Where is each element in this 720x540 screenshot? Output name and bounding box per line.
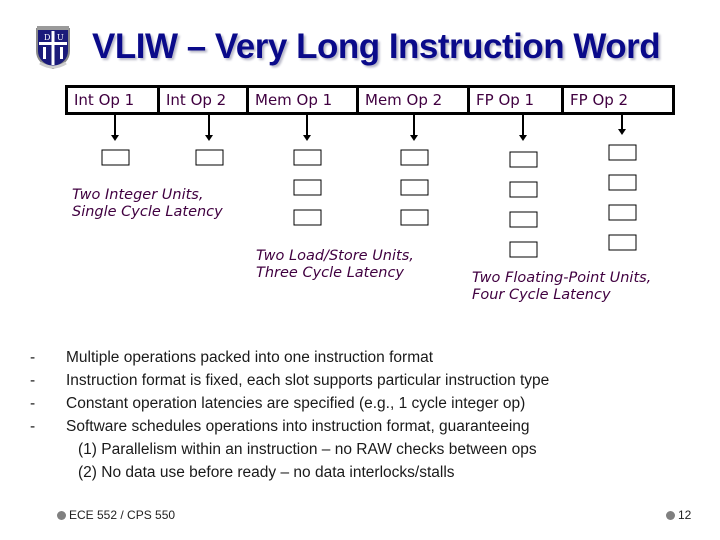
slot-mem-op-2: Mem Op 2	[359, 88, 470, 112]
slot-fp-op-2: FP Op 2	[570, 91, 629, 109]
pipeline-stage-box	[293, 179, 322, 196]
bullet-text: Constant operation latencies are specifi…	[66, 394, 526, 412]
caption-fp-line2: Four Cycle Latency	[472, 287, 611, 303]
bullet-marker: -	[30, 348, 36, 366]
caption-fp-units: Two Floating-Point Units, Four Cycle Lat…	[472, 270, 651, 304]
pipeline-stage-box	[195, 149, 224, 166]
slide-title: VLIW – Very Long Instruction Word	[92, 27, 661, 66]
footer-bullet-icon	[666, 510, 675, 520]
pipeline-stage-box	[608, 174, 637, 191]
pipeline-stage-box	[509, 241, 538, 258]
pipeline-stage-box	[509, 181, 538, 198]
caption-fp-line1: Two Floating-Point Units,	[472, 270, 652, 286]
pipeline-stage-box	[608, 204, 637, 221]
bullet-list: - Multiple operations packed into one ins…	[30, 346, 549, 484]
page-number: 12	[678, 508, 692, 522]
pipeline-stage-box	[608, 144, 637, 161]
instruction-word: Int Op 1 Int Op 2 Mem Op 1 Mem Op 2 FP O…	[65, 85, 675, 115]
pipeline-stage-box	[608, 234, 637, 251]
svg-text:U: U	[57, 33, 64, 42]
bullet-item: - Multiple operations packed into one ins…	[30, 346, 549, 369]
footer-page: 12	[666, 508, 691, 522]
caption-integer-units: Two Integer Units, Single Cycle Latency	[72, 187, 223, 221]
slot-int-op-2: Int Op 2	[160, 88, 249, 112]
arrow-head-icon	[303, 135, 311, 141]
pipeline-stage-box	[400, 209, 429, 226]
pipeline-stage-box	[400, 149, 429, 166]
footer-course-label: ECE 552 / CPS 550	[69, 508, 176, 522]
arrow-head-icon	[618, 129, 626, 135]
caption-integer-line1: Two Integer Units,	[72, 187, 204, 203]
pipeline-stage-box	[293, 149, 322, 166]
sub-bullet-item: (2) No data use before ready – no data i…	[78, 463, 455, 481]
sub-bullet-item: (1) Parallelism within an instruction – …	[78, 440, 537, 458]
arrow-head-icon	[205, 135, 213, 141]
arrow-head-icon	[111, 135, 119, 141]
bullet-text: Software schedules operations into instr…	[66, 417, 530, 435]
footer-course: ECE 552 / CPS 550	[57, 508, 175, 522]
arrow-head-icon	[410, 135, 418, 141]
bullet-marker: -	[30, 417, 36, 435]
arrow-head-icon	[519, 135, 527, 141]
bullet-item: - Software schedules operations into inst…	[30, 415, 549, 438]
slot-mem-op-1: Mem Op 1	[249, 88, 359, 112]
caption-loadstore-units: Two Load/Store Units, Three Cycle Latenc…	[256, 248, 414, 282]
pipeline-stage-box	[509, 151, 538, 168]
bullet-text: Instruction format is fixed, each slot s…	[66, 371, 550, 389]
pipeline-stage-box	[293, 209, 322, 226]
slot-fp-op-1: FP Op 1	[470, 88, 564, 112]
svg-text:D: D	[44, 33, 50, 42]
bullet-item: - Constant operation latencies are specif…	[30, 392, 549, 415]
pipeline-stage-box	[101, 149, 130, 166]
slot-int-op-1: Int Op 1	[68, 88, 160, 112]
caption-loadstore-line2: Three Cycle Latency	[256, 265, 405, 281]
bullet-marker: -	[30, 371, 36, 389]
pipeline-stage-box	[400, 179, 429, 196]
bullet-item: - Instruction format is fixed, each slot …	[30, 369, 549, 392]
pipeline-stage-box	[509, 211, 538, 228]
caption-integer-line2: Single Cycle Latency	[72, 204, 223, 220]
caption-loadstore-line1: Two Load/Store Units,	[256, 248, 414, 264]
university-crest-icon: D U	[36, 26, 70, 69]
bullet-marker: -	[30, 394, 36, 412]
bullet-text: Multiple operations packed into one inst…	[66, 348, 434, 366]
footer-bullet-icon	[57, 510, 66, 520]
